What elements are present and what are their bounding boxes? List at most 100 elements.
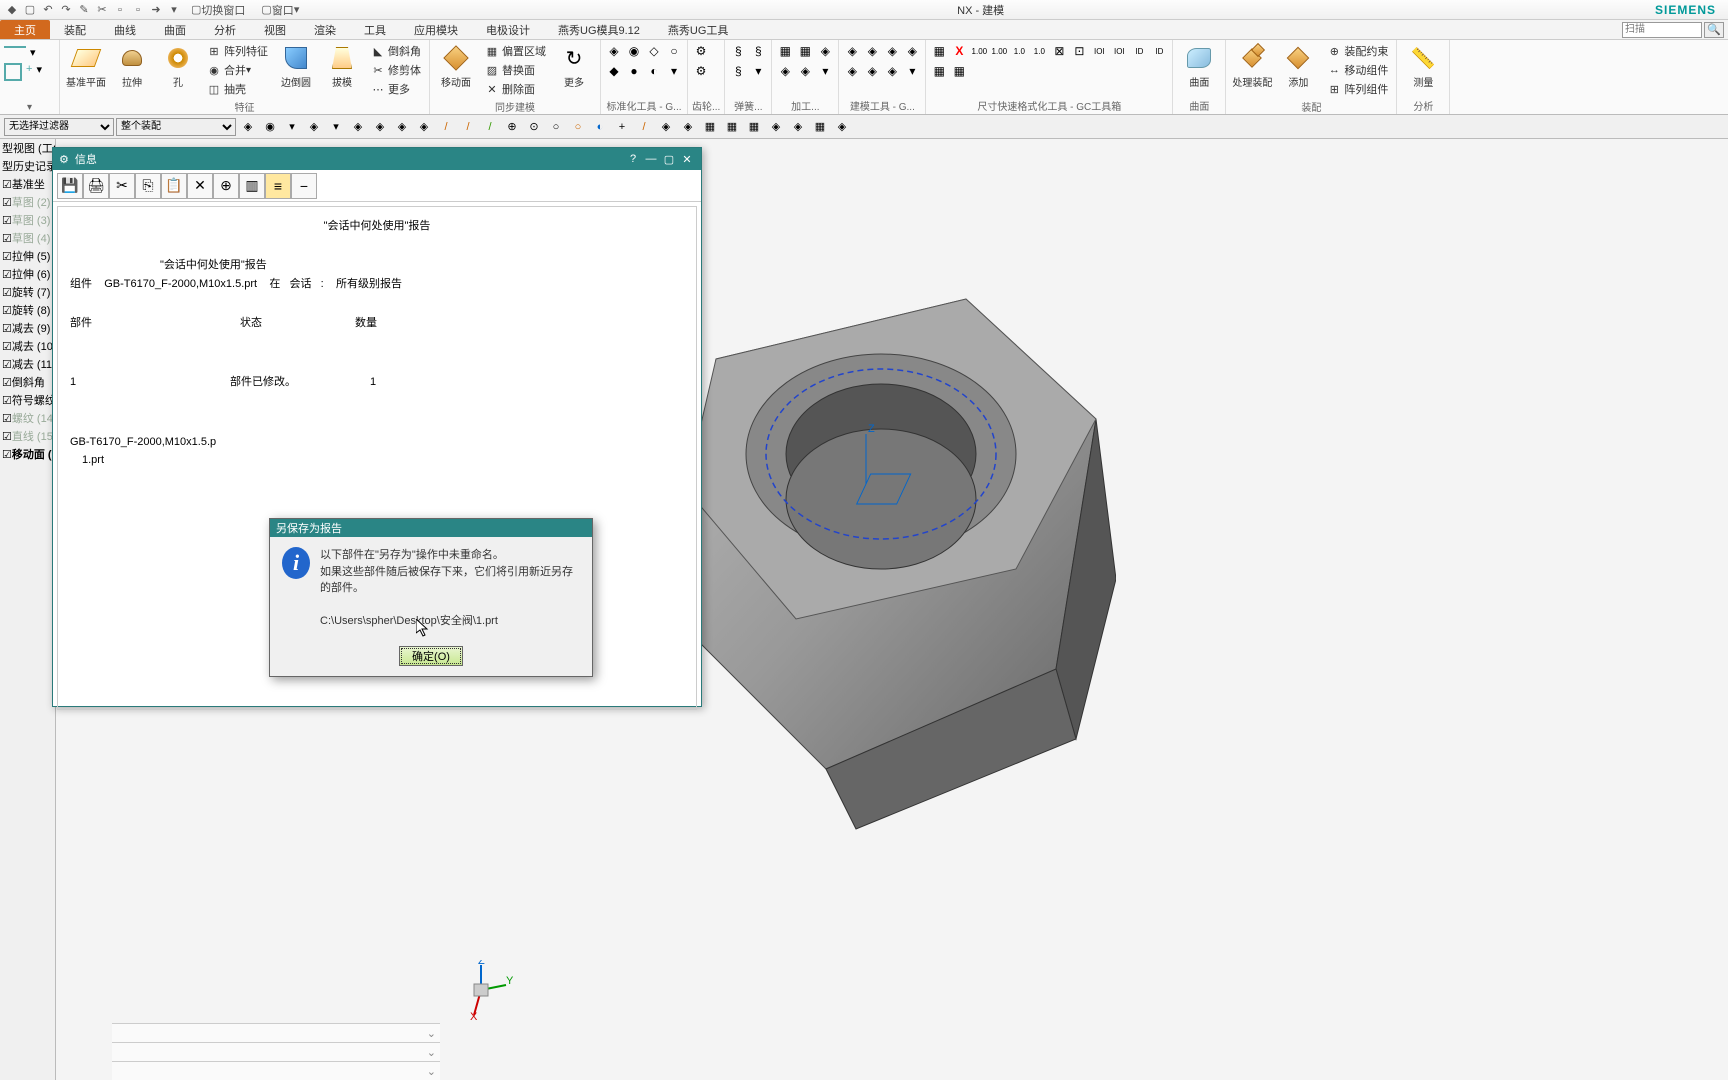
tree-item[interactable]: ☑ 移动面 ( xyxy=(0,445,55,463)
filter-icon-27[interactable]: ▦ xyxy=(810,117,830,137)
undo-icon[interactable]: ↶ xyxy=(40,2,56,18)
more-icon[interactable]: ▾ xyxy=(166,2,182,18)
tree-item[interactable]: ☑ 减去 (10) xyxy=(0,337,55,355)
tree-model-view[interactable]: 型视图 (工作 xyxy=(0,139,55,157)
tree-item[interactable]: ☑ 减去 (11) xyxy=(0,355,55,373)
filter-icon-11[interactable]: / xyxy=(458,117,478,137)
filter-icon-2[interactable]: ◉ xyxy=(260,117,280,137)
delete-face-button[interactable]: ✕删除面 xyxy=(480,80,550,98)
pattern-feature-button[interactable]: ⊞阵列特征 xyxy=(202,42,272,60)
filter-icon-20[interactable]: ◈ xyxy=(656,117,676,137)
filter-icon-19[interactable]: / xyxy=(634,117,654,137)
filter-icon-3[interactable]: ▾ xyxy=(282,117,302,137)
mfg-icon-3[interactable]: ◈ xyxy=(816,42,834,60)
feature-tree-sidebar[interactable]: 型视图 (工作 型历史记录 ☑ 基准坐 ☑ 草图 (2) ☑ 草图 (3) ☑ … xyxy=(0,139,56,1080)
tree-item[interactable]: ☑ 基准坐 xyxy=(0,175,55,193)
mfg-icon-6[interactable]: ▾ xyxy=(816,62,834,80)
cut-icon[interactable]: ✂ xyxy=(94,2,110,18)
selection-filter-dropdown[interactable]: 无选择过滤器 xyxy=(4,118,114,136)
std-icon-1[interactable]: ◈ xyxy=(605,42,623,60)
dim-icon-4[interactable]: 1.00 xyxy=(990,42,1008,60)
tab-app[interactable]: 应用模块 xyxy=(400,20,472,39)
tree-item[interactable]: ☑ 直线 (15 xyxy=(0,427,55,445)
dim-icon-9[interactable]: IOI xyxy=(1090,42,1108,60)
mod-icon-8[interactable]: ▾ xyxy=(903,62,921,80)
std-icon-4[interactable]: ○ xyxy=(665,42,683,60)
tree-item[interactable]: ☑ 草图 (4) xyxy=(0,229,55,247)
info-titlebar[interactable]: ⚙ 信息 ? — ▢ ✕ xyxy=(53,148,701,170)
filter-icon[interactable]: ▥ xyxy=(239,173,265,199)
spring-icon-3[interactable]: § xyxy=(729,62,747,80)
pattern-component-button[interactable]: ⊞阵列组件 xyxy=(1322,80,1392,98)
mfg-icon-5[interactable]: ◈ xyxy=(796,62,814,80)
paste-icon[interactable]: ▫ xyxy=(130,2,146,18)
mfg-icon-2[interactable]: ▦ xyxy=(796,42,814,60)
filter-icon-7[interactable]: ◈ xyxy=(370,117,390,137)
std-icon-6[interactable]: ● xyxy=(625,62,643,80)
mod-icon-3[interactable]: ◈ xyxy=(883,42,901,60)
chamfer-button[interactable]: ◣倒斜角 xyxy=(366,42,425,60)
dim-icon-10[interactable]: IOI xyxy=(1110,42,1128,60)
dim-icon-b1[interactable]: ▦ xyxy=(930,62,948,80)
wrap-icon[interactable]: ≡ xyxy=(265,173,291,199)
trim-body-button[interactable]: ✂修剪体 xyxy=(366,61,425,79)
switch-window-button[interactable]: ▢ 切换窗口 xyxy=(184,2,252,18)
filter-icon-14[interactable]: ⊙ xyxy=(524,117,544,137)
copy-icon[interactable]: ⎘ xyxy=(135,173,161,199)
filter-icon-17[interactable]: ◐ xyxy=(590,117,610,137)
filter-icon-23[interactable]: ▦ xyxy=(722,117,742,137)
new-icon[interactable]: ▢ xyxy=(22,2,38,18)
tab-yanxiu-tools[interactable]: 燕秀UG工具 xyxy=(654,20,743,39)
ok-button[interactable]: 确定(O) xyxy=(399,646,463,666)
close-icon[interactable]: ✕ xyxy=(679,151,695,167)
filter-icon-8[interactable]: ◈ xyxy=(392,117,412,137)
dim-icon-3[interactable]: 1.00 xyxy=(970,42,988,60)
mod-icon-6[interactable]: ◈ xyxy=(863,62,881,80)
std-icon-7[interactable]: ◐ xyxy=(645,62,663,80)
tab-curve[interactable]: 曲线 xyxy=(100,20,150,39)
move-component-button[interactable]: ↔移动组件 xyxy=(1322,61,1392,79)
save-icon[interactable]: 💾 xyxy=(57,173,83,199)
bottom-panel-3[interactable]: ⌄ xyxy=(112,1061,440,1080)
merge-button[interactable]: ◉合并 ▾ xyxy=(202,61,272,79)
extrude-button[interactable]: 拉伸 xyxy=(110,42,154,89)
tree-history[interactable]: 型历史记录 xyxy=(0,157,55,175)
tab-surface[interactable]: 曲面 xyxy=(150,20,200,39)
std-icon-3[interactable]: ◇ xyxy=(645,42,663,60)
shell-button[interactable]: ◫抽壳 xyxy=(202,80,272,98)
filter-icon-22[interactable]: ▦ xyxy=(700,117,720,137)
tree-item[interactable]: ☑ 符号螺纹 xyxy=(0,391,55,409)
tree-item[interactable]: ☑ 螺纹 (14) xyxy=(0,409,55,427)
surface-button[interactable]: 曲面 xyxy=(1177,42,1221,89)
tab-analysis[interactable]: 分析 xyxy=(200,20,250,39)
filter-icon-15[interactable]: ○ xyxy=(546,117,566,137)
redo-icon[interactable]: ↷ xyxy=(58,2,74,18)
filter-icon-18[interactable]: + xyxy=(612,117,632,137)
std-icon-8[interactable]: ▾ xyxy=(665,62,683,80)
filter-icon-5[interactable]: ▾ xyxy=(326,117,346,137)
tab-tools[interactable]: 工具 xyxy=(350,20,400,39)
maximize-icon[interactable]: ▢ xyxy=(661,151,677,167)
mod-icon-7[interactable]: ◈ xyxy=(883,62,901,80)
tree-item[interactable]: ☑ 草图 (2) xyxy=(0,193,55,211)
draft-button[interactable]: 拔模 xyxy=(320,42,364,89)
process-assembly-button[interactable]: 处理装配 xyxy=(1230,42,1274,89)
window-button[interactable]: ▢ 窗口 ▾ xyxy=(254,2,306,18)
tree-item[interactable]: ☑ 倒斜角 xyxy=(0,373,55,391)
measure-button[interactable]: 📏 测量 xyxy=(1401,42,1445,89)
filter-icon-9[interactable]: ◈ xyxy=(414,117,434,137)
filter-icon-21[interactable]: ◈ xyxy=(678,117,698,137)
std-icon-2[interactable]: ◉ xyxy=(625,42,643,60)
mod-icon-2[interactable]: ◈ xyxy=(863,42,881,60)
filter-icon-16[interactable]: ○ xyxy=(568,117,588,137)
gear-icon[interactable]: ⚙ xyxy=(59,153,69,166)
minus-icon[interactable]: − xyxy=(291,173,317,199)
std-icon-5[interactable]: ◆ xyxy=(605,62,623,80)
tab-yanxiu-mold[interactable]: 燕秀UG模具9.12 xyxy=(544,20,654,39)
tree-item[interactable]: ☑ 草图 (3) xyxy=(0,211,55,229)
dim-icon-7[interactable]: ⊠ xyxy=(1050,42,1068,60)
datum-plane-button[interactable]: 基准平面 xyxy=(64,42,108,89)
spring-icon-1[interactable]: § xyxy=(729,42,747,60)
hole-button[interactable]: 孔 xyxy=(156,42,200,89)
find-icon[interactable]: ⊕ xyxy=(213,173,239,199)
